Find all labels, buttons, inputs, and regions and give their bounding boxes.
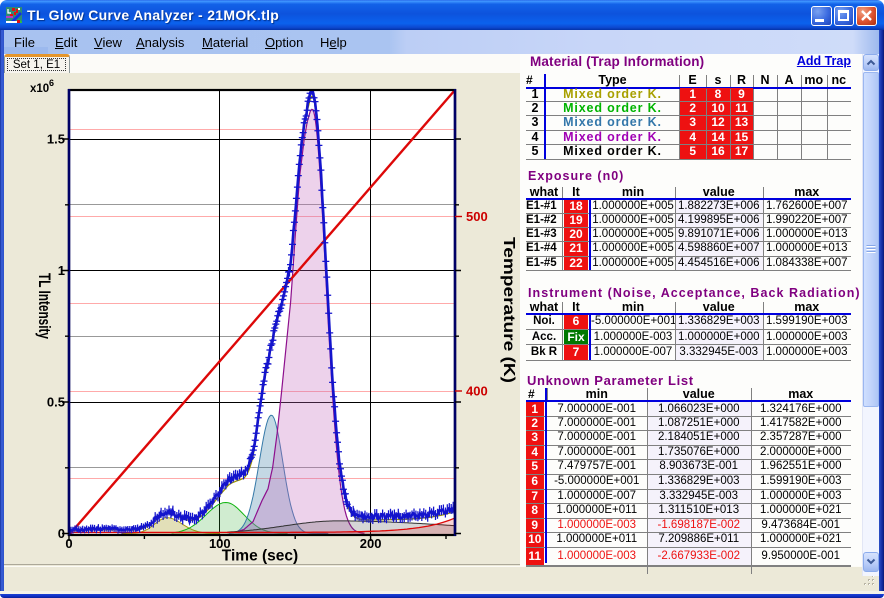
svg-text:200: 200 [360, 536, 382, 551]
svg-text:1: 1 [58, 263, 65, 278]
svg-text:500: 500 [466, 209, 488, 224]
svg-text:x10: x10 [30, 83, 49, 95]
svg-text:Time (sec): Time (sec) [222, 548, 298, 565]
svg-text:TL Intensity: TL Intensity [35, 273, 54, 339]
svg-text:400: 400 [466, 384, 488, 399]
svg-text:0: 0 [58, 526, 65, 541]
svg-text:1.5: 1.5 [47, 132, 65, 147]
svg-text:6: 6 [49, 78, 54, 88]
svg-text:0.5: 0.5 [47, 395, 65, 410]
svg-text:Temperature (K): Temperature (K) [500, 237, 517, 383]
svg-text:0: 0 [65, 536, 72, 551]
